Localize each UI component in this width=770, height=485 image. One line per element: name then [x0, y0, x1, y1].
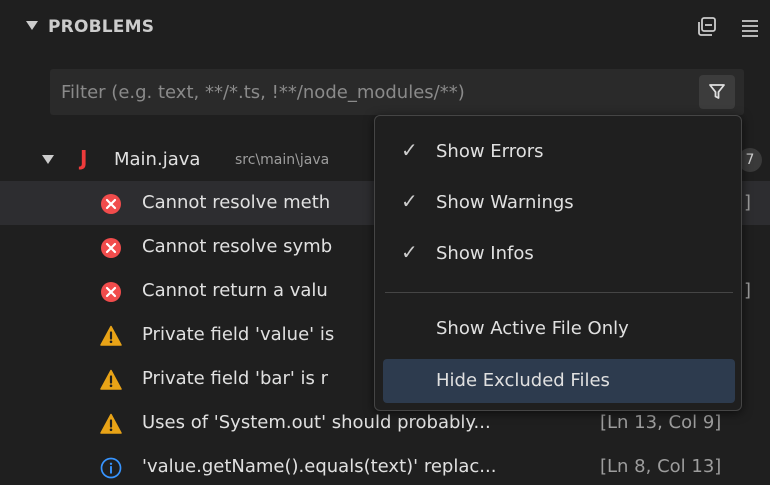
- file-name: Main.java: [114, 149, 201, 170]
- problem-message: Private field 'bar' is r: [142, 368, 329, 389]
- problem-message: Cannot resolve symb: [142, 236, 333, 257]
- problem-location: [Ln 13, Col 9]: [600, 412, 722, 433]
- filter-input[interactable]: [50, 69, 690, 115]
- warning-icon: [100, 413, 122, 434]
- warning-icon: [100, 325, 122, 346]
- problem-message: Cannot resolve meth: [142, 192, 331, 213]
- problem-location: ]: [744, 280, 752, 301]
- problem-row[interactable]: 'value.getName().equals(text)' replac...…: [0, 445, 770, 485]
- warning-icon: [100, 369, 122, 390]
- problem-message: Private field 'value' is: [142, 324, 335, 345]
- error-icon: [101, 194, 121, 214]
- checkmark-icon: ✓: [401, 240, 418, 264]
- problem-message: Cannot return a valu: [142, 280, 328, 301]
- filter-icon[interactable]: [699, 75, 735, 109]
- menu-separator: [385, 292, 733, 293]
- java-file-icon: J: [80, 146, 88, 170]
- problem-location: [Ln 8, Col 13]: [600, 456, 722, 477]
- menu-item-label: Show Active File Only: [436, 318, 629, 339]
- problem-location: ]: [744, 192, 752, 213]
- error-icon: [101, 238, 121, 258]
- menu-item-label: Hide Excluded Files: [436, 370, 610, 391]
- menu-item-hide-excluded-files[interactable]: Hide Excluded Files: [383, 359, 735, 403]
- error-icon: [101, 282, 121, 302]
- menu-item-label: Show Infos: [436, 243, 534, 264]
- problems-panel: PROBLEMS J Main.java src\main\java 7: [0, 0, 770, 485]
- checkmark-icon: ✓: [401, 189, 418, 213]
- panel-header: PROBLEMS: [0, 0, 770, 56]
- filter-box: [50, 69, 744, 115]
- chevron-down-icon[interactable]: [42, 155, 54, 164]
- menu-item-show-active-file-only[interactable]: Show Active File Only: [383, 307, 735, 351]
- chevron-down-icon[interactable]: [26, 21, 38, 30]
- menu-item-show-infos[interactable]: ✓ Show Infos: [383, 232, 735, 276]
- checkmark-icon: ✓: [401, 138, 418, 162]
- menu-item-label: Show Warnings: [436, 192, 574, 213]
- panel-title[interactable]: PROBLEMS: [48, 17, 154, 37]
- menu-item-label: Show Errors: [436, 141, 544, 162]
- file-path: src\main\java: [235, 152, 330, 168]
- collapse-all-icon[interactable]: [694, 14, 720, 40]
- info-icon: [100, 457, 122, 479]
- view-as-tree-icon[interactable]: [737, 14, 763, 40]
- problem-message: Uses of 'System.out' should probably...: [142, 412, 491, 433]
- problem-message: 'value.getName().equals(text)' replac...: [142, 456, 497, 477]
- menu-item-show-errors[interactable]: ✓ Show Errors: [383, 130, 735, 174]
- menu-item-show-warnings[interactable]: ✓ Show Warnings: [383, 181, 735, 225]
- filter-menu: ✓ Show Errors ✓ Show Warnings ✓ Show Inf…: [374, 115, 742, 411]
